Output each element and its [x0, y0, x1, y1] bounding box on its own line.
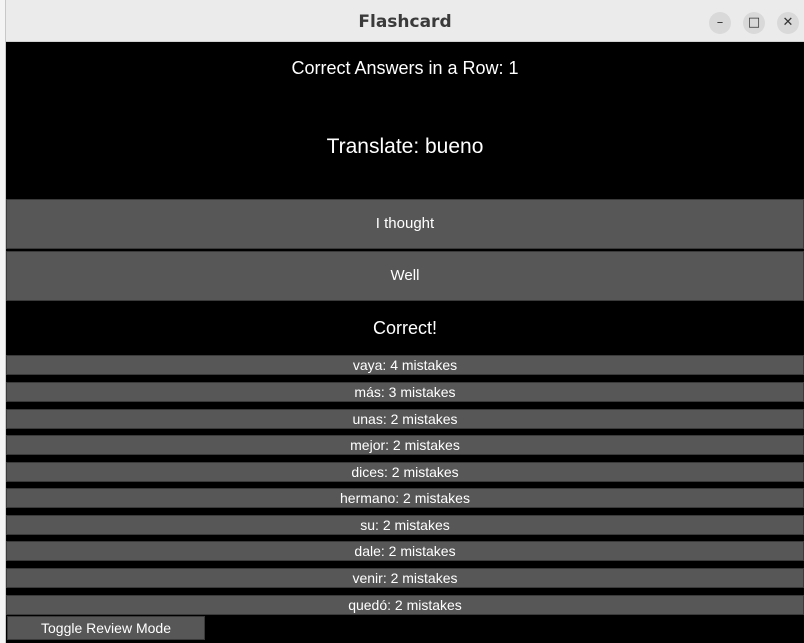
- close-icon[interactable]: ✕: [777, 12, 799, 34]
- translate-prompt: Translate: bueno: [326, 135, 484, 158]
- mistake-item[interactable]: venir: 2 mistakes: [6, 568, 804, 588]
- minimize-icon[interactable]: –: [709, 12, 731, 34]
- mistake-item[interactable]: quedó: 2 mistakes: [6, 595, 804, 615]
- window-title: Flashcard: [358, 12, 452, 32]
- mistake-item[interactable]: dale: 2 mistakes: [6, 541, 804, 561]
- answer-button[interactable]: Well: [6, 251, 804, 301]
- mistake-item[interactable]: unas: 2 mistakes: [6, 409, 804, 429]
- mistake-item[interactable]: hermano: 2 mistakes: [6, 488, 804, 508]
- mistake-item[interactable]: dices: 2 mistakes: [6, 462, 804, 482]
- maximize-icon[interactable]: □: [743, 12, 765, 34]
- answer-button[interactable]: I thought: [6, 199, 804, 249]
- streak-counter: Correct Answers in a Row: 1: [291, 58, 519, 78]
- titlebar: Flashcard – □ ✕: [6, 0, 804, 42]
- mistake-item[interactable]: más: 3 mistakes: [6, 382, 804, 402]
- mistake-item[interactable]: vaya: 4 mistakes: [6, 355, 804, 375]
- mistake-item[interactable]: su: 2 mistakes: [6, 515, 804, 535]
- flashcard-content: Correct Answers in a Row: 1 Translate: b…: [6, 42, 804, 643]
- feedback-text: Correct!: [372, 318, 437, 338]
- toggle-review-mode-button[interactable]: Toggle Review Mode: [7, 616, 205, 640]
- mistake-item[interactable]: mejor: 2 mistakes: [6, 435, 804, 455]
- flashcard-window: Flashcard – □ ✕ Correct Answers in a Row…: [5, 0, 804, 643]
